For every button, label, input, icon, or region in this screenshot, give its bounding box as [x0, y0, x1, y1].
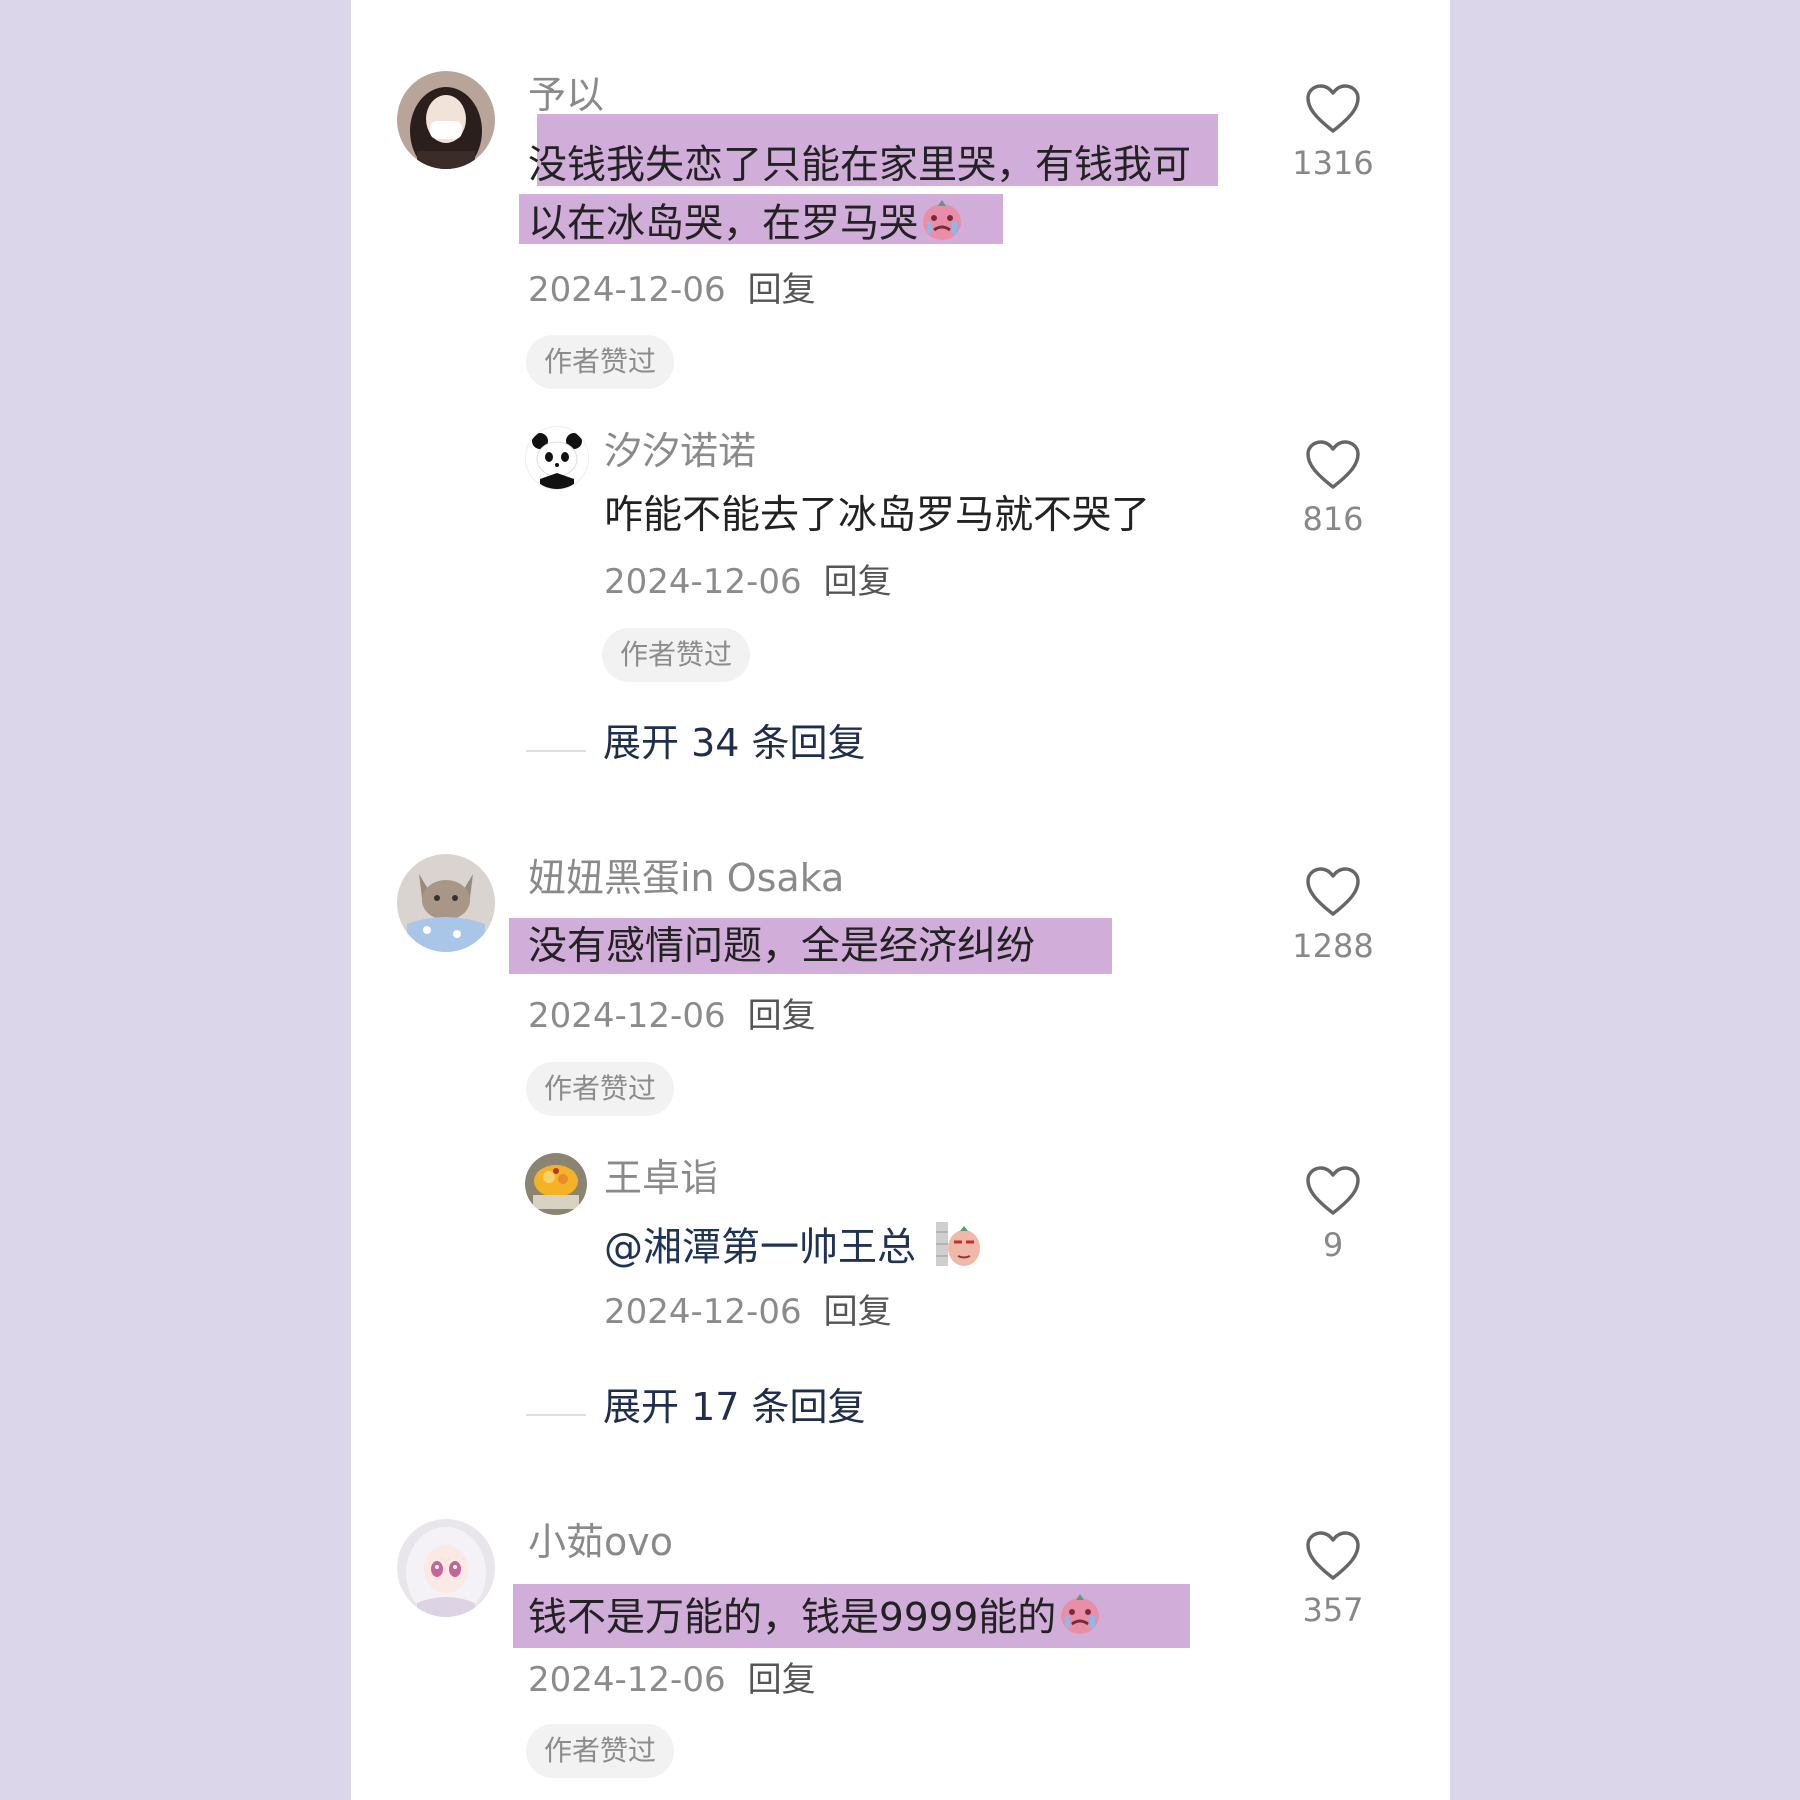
reply-button[interactable]: 回复 [748, 1660, 816, 1700]
heart-icon [1306, 84, 1360, 133]
avatar[interactable] [397, 71, 495, 169]
divider [526, 1414, 586, 1416]
author-liked-badge: 作者赞过 [526, 335, 675, 389]
comment-meta: 2024-12-06 回复 [528, 1663, 816, 1697]
comment-meta: 2024-12-06 回复 [528, 999, 816, 1033]
like-button[interactable]: 1288 [1273, 866, 1393, 962]
comment-text: 没钱我失恋了只能在家里哭，有钱我可 [528, 143, 1192, 188]
expand-replies-label: 展开 17 条回复 [603, 1385, 866, 1429]
author-liked-badge: 作者赞过 [526, 1062, 675, 1116]
avatar[interactable] [525, 1153, 587, 1215]
comment-date: 2024-12-06 [528, 1660, 726, 1700]
heart-icon [1306, 440, 1360, 489]
avatar[interactable] [525, 426, 589, 490]
like-count: 1316 [1292, 144, 1374, 182]
username[interactable]: 汐汐诺诺 [604, 432, 756, 470]
reply-button[interactable]: 回复 [748, 270, 816, 310]
like-count: 9 [1322, 1226, 1344, 1264]
like-button[interactable]: 357 [1273, 1530, 1393, 1626]
like-button[interactable]: 816 [1273, 439, 1393, 535]
comment-text: @湘潭第一帅王总 [604, 1216, 982, 1284]
author-liked-badge: 作者赞过 [602, 628, 751, 682]
comment-text: 没有感情问题，全是经济纠纷 [528, 924, 1036, 969]
comment-meta: 2024-12-06 回复 [528, 273, 816, 307]
like-count: 357 [1302, 1591, 1364, 1629]
username[interactable]: 予以 [528, 76, 604, 114]
like-count: 816 [1302, 500, 1364, 538]
avatar[interactable] [397, 854, 495, 952]
comment-date: 2024-12-06 [604, 1292, 802, 1332]
comment-date: 2024-12-06 [528, 996, 726, 1036]
heart-icon [1306, 1531, 1360, 1580]
peeking-emoji-icon [934, 1216, 982, 1284]
expand-replies-label: 展开 34 条回复 [603, 721, 866, 765]
username[interactable]: 王卓诣 [604, 1159, 718, 1197]
crying-emoji-icon [1056, 1588, 1104, 1652]
comment-text-row: 钱不是万能的，钱是9999能的 [528, 1588, 1104, 1652]
username[interactable]: 小茹ovo [528, 1523, 673, 1561]
comment-date: 2024-12-06 [604, 562, 802, 602]
comment-meta: 2024-12-06 回复 [604, 565, 892, 599]
comment-text: 钱不是万能的，钱是9999能的 [528, 1595, 1057, 1641]
reply-button[interactable]: 回复 [824, 1292, 892, 1332]
comment-date: 2024-12-06 [528, 270, 726, 310]
like-button[interactable]: 9 [1273, 1165, 1393, 1261]
reply-button[interactable]: 回复 [824, 562, 892, 602]
crying-emoji-icon [918, 194, 966, 258]
author-liked-badge: 作者赞过 [526, 1724, 675, 1778]
avatar[interactable] [397, 1519, 495, 1617]
username[interactable]: 妞妞黑蛋in Osaka [528, 859, 844, 897]
mention-link[interactable]: @湘潭第一帅王总 [604, 1226, 916, 1271]
like-count: 1288 [1292, 927, 1374, 965]
comment-text: 咋能不能去了冰岛罗马就不哭了 [604, 493, 1151, 538]
comment-text-line2: 以在冰岛哭，在罗马哭 [528, 194, 966, 258]
reply-button[interactable]: 回复 [748, 996, 816, 1036]
like-button[interactable]: 1316 [1273, 83, 1393, 179]
comment-panel: 予以 没钱我失恋了只能在家里哭，有钱我可 以在冰岛哭，在罗马哭 2024-12-… [351, 0, 1450, 1800]
heart-icon [1306, 867, 1360, 916]
divider [526, 750, 586, 752]
comment-meta: 2024-12-06 回复 [604, 1295, 892, 1329]
heart-icon [1306, 1166, 1360, 1215]
